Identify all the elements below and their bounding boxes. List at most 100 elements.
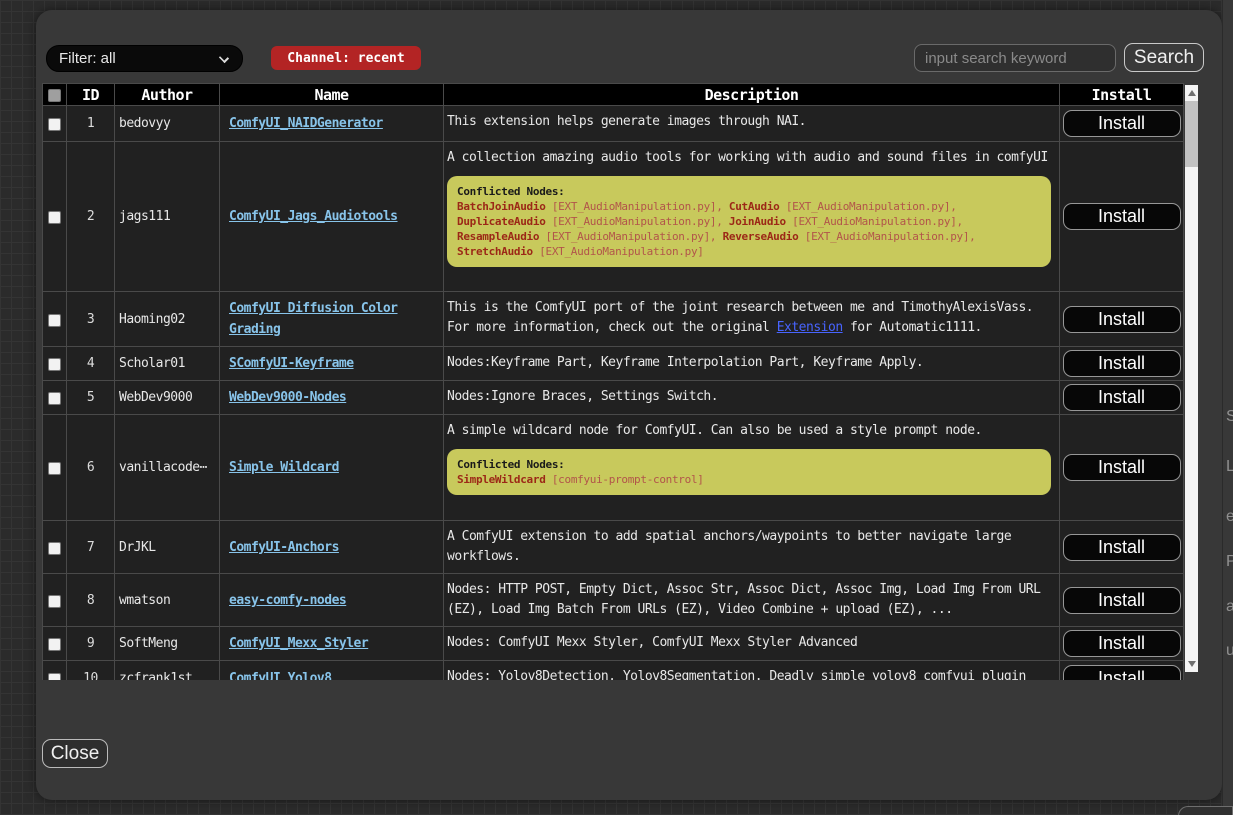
row-description: Nodes: Yolov8Detection, Yolov8Segmentati… [444, 661, 1060, 681]
table-row: 9SoftMeng ComfyUI_Mexx_Styler Nodes: Comfy… [43, 627, 1184, 661]
background-text-fragment: a [1226, 598, 1233, 616]
conflicted-node-name: StretchAudio [457, 245, 533, 258]
row-select-cell [43, 627, 67, 661]
extension-name-link[interactable]: ComfyUI Diffusion Color Grading [229, 301, 398, 337]
install-button[interactable]: Install [1063, 384, 1181, 411]
scrollbar-thumb[interactable] [1185, 101, 1198, 167]
table-row: 7DrJKLComfyUI-AnchorsA ComfyUI extension… [43, 521, 1184, 574]
row-id: 6 [67, 415, 115, 521]
conflicted-node-source: [EXT_AudioManipulation.py] [546, 200, 717, 213]
conflicted-node-name: BatchJoinAudio [457, 200, 546, 213]
row-checkbox[interactable] [48, 118, 61, 131]
row-select-cell [43, 106, 67, 142]
row-description: This is the ComfyUI port of the joint re… [444, 292, 1060, 347]
extension-name-link[interactable]: ComfyUI_NAIDGenerator [229, 116, 383, 131]
row-description: Nodes: HTTP POST, Empty Dict, Assoc Str,… [444, 574, 1060, 627]
install-button[interactable]: Install [1063, 350, 1181, 377]
row-id: 9 [67, 627, 115, 661]
extension-name-link[interactable]: WebDev9000-Nodes [229, 390, 346, 405]
row-checkbox[interactable] [48, 392, 61, 405]
row-checkbox[interactable] [48, 211, 61, 224]
conflicted-nodes-warning: Conflicted Nodes:SimpleWildcard [comfyui… [447, 449, 1051, 495]
row-id: 10 [67, 661, 115, 681]
row-install-cell: Install [1060, 627, 1184, 661]
table-row: 8wmatsoneasy-comfy-nodesNodes: HTTP POST… [43, 574, 1184, 627]
channel-badge-label: Channel: recent [287, 51, 404, 66]
conflicted-node-name: JoinAudio [729, 215, 786, 228]
row-checkbox[interactable] [48, 673, 61, 681]
row-description: A simple wildcard node for ComfyUI. Can … [444, 415, 1060, 521]
select-all-checkbox[interactable] [48, 89, 61, 102]
custom-nodes-table: ID Author Name Description Install 1bedo… [42, 83, 1184, 680]
conflicted-node-source: [EXT_AudioManipulation.py] [546, 215, 717, 228]
row-description: This extension helps generate images thr… [444, 106, 1060, 142]
channel-badge[interactable]: Channel: recent [271, 46, 421, 70]
search-button[interactable]: Search [1124, 43, 1204, 72]
background-panel-edge: SLePau [1222, 0, 1233, 815]
header-author: Author [115, 84, 220, 106]
install-button[interactable]: Install [1063, 534, 1181, 561]
install-button[interactable]: Install [1063, 587, 1181, 614]
row-select-cell [43, 415, 67, 521]
row-author: bedovyy [115, 106, 220, 142]
row-author: Scholar01 [115, 347, 220, 381]
row-id: 2 [67, 142, 115, 292]
install-button[interactable]: Install [1063, 110, 1181, 137]
row-author: zcfrank1st [115, 661, 220, 681]
row-description: Nodes:Keyframe Part, Keyframe Interpolat… [444, 347, 1060, 381]
row-select-cell [43, 521, 67, 574]
row-name-cell: ComfyUI_Mexx_Styler [220, 627, 444, 661]
install-button[interactable]: Install [1063, 203, 1181, 230]
table-scrollbar[interactable] [1185, 85, 1198, 672]
row-name-cell: easy-comfy-nodes [220, 574, 444, 627]
row-checkbox[interactable] [48, 638, 61, 651]
close-button[interactable]: Close [42, 739, 108, 768]
row-name-cell: ComfyUI_Jags_Audiotools [220, 142, 444, 292]
scroll-down-icon[interactable] [1185, 658, 1198, 670]
extension-name-link[interactable]: ComfyUI_Mexx_Styler [229, 636, 368, 651]
header-description: Description [444, 84, 1060, 106]
search-input[interactable] [914, 44, 1116, 72]
extension-name-link[interactable]: Simple Wildcard [229, 460, 339, 475]
description-text: Nodes:Ignore Braces, Settings Switch. [447, 387, 1055, 407]
description-text: This is the ComfyUI port of the joint re… [447, 298, 1055, 338]
scroll-up-icon[interactable] [1185, 87, 1198, 99]
description-text: Nodes: ComfyUI Mexx Styler, ComfyUI Mexx… [447, 633, 1055, 653]
row-name-cell: Simple Wildcard [220, 415, 444, 521]
conflicted-node-source: [EXT_AudioManipulation.py] [533, 245, 704, 258]
row-checkbox[interactable] [48, 542, 61, 555]
extension-name-link[interactable]: ComfyUI_Jags_Audiotools [229, 209, 398, 224]
row-checkbox[interactable] [48, 314, 61, 327]
conflicted-node-source: [EXT_AudioManipulation.py] [780, 200, 951, 213]
row-author: jags111 [115, 142, 220, 292]
row-checkbox[interactable] [48, 595, 61, 608]
row-checkbox[interactable] [48, 462, 61, 475]
conflicted-node-source: [EXT_AudioManipulation.py] [539, 230, 710, 243]
row-author: SoftMeng [115, 627, 220, 661]
conflicted-node-name: ReverseAudio [723, 230, 799, 243]
row-install-cell: Install [1060, 347, 1184, 381]
row-select-cell [43, 142, 67, 292]
row-checkbox[interactable] [48, 358, 61, 371]
table-row: 3Haoming02ComfyUI Diffusion Color Gradin… [43, 292, 1184, 347]
table-header-row: ID Author Name Description Install [43, 84, 1184, 106]
filter-select[interactable]: Filter: all [46, 45, 243, 72]
row-author: DrJKL [115, 521, 220, 574]
comfyui-canvas: { "dialog": { "filter": { "label": "Filt… [0, 0, 1233, 815]
row-select-cell [43, 292, 67, 347]
extension-name-link[interactable]: ComfyUI-Anchors [229, 540, 339, 555]
extension-name-link[interactable]: SComfyUI-Keyframe [229, 356, 354, 371]
background-text-fragment: u [1226, 642, 1233, 660]
extension-name-link[interactable]: easy-comfy-nodes [229, 593, 346, 608]
description-inline-link[interactable]: Extension [777, 320, 843, 335]
extension-name-link[interactable]: ComfyUI Yolov8 [229, 671, 332, 681]
install-button[interactable]: Install [1063, 630, 1181, 657]
table-row: 6vanillacode⋯Simple WildcardA simple wil… [43, 415, 1184, 521]
row-name-cell: ComfyUI Diffusion Color Grading [220, 292, 444, 347]
install-button[interactable]: Install [1063, 306, 1181, 333]
separator: , [957, 215, 963, 228]
install-custom-nodes-dialog: Filter: all Channel: recent Search ID Au… [36, 10, 1222, 800]
install-button[interactable]: Install [1063, 454, 1181, 481]
row-name-cell: ComfyUI-Anchors [220, 521, 444, 574]
install-button[interactable]: Install [1063, 665, 1181, 681]
